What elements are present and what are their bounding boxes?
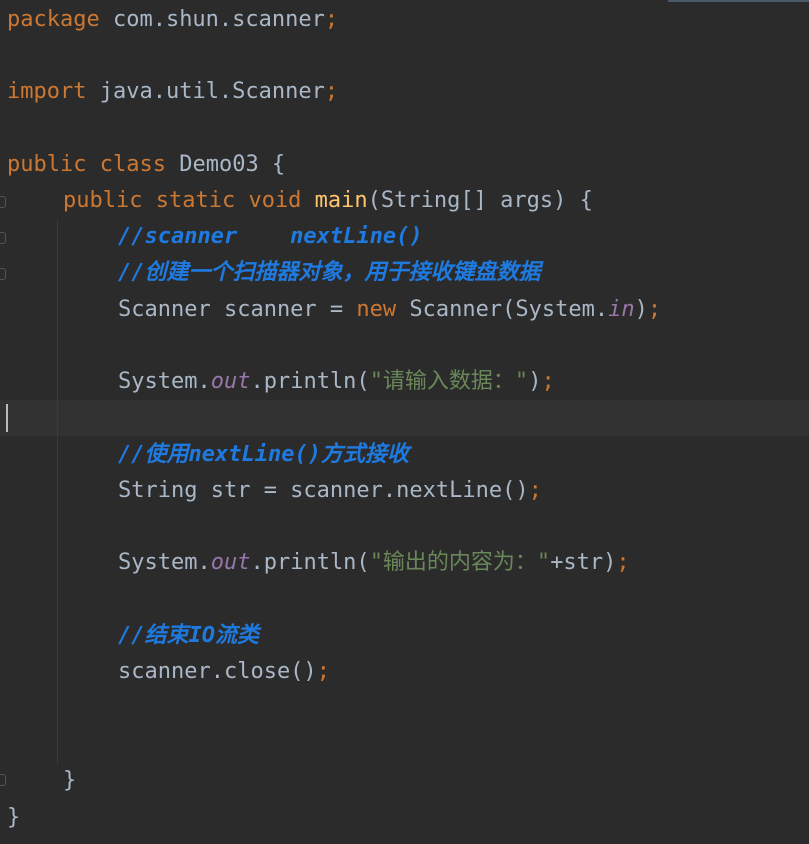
code-editor[interactable]: package com.shun.scanner; import java.ut… (0, 0, 809, 844)
fold-icon[interactable] (0, 774, 6, 786)
keyword: new (356, 297, 397, 322)
semicolon: ; (324, 79, 339, 104)
static-field: out (210, 369, 251, 394)
current-line-highlight (0, 400, 809, 436)
code-line-println[interactable]: System.out.println("输出的内容为："+str); (118, 545, 630, 581)
code-line-close[interactable]: scanner.close(); (118, 654, 330, 690)
fold-icon[interactable] (0, 268, 6, 280)
code-text: .println( (250, 369, 370, 394)
closing-brace: } (63, 768, 77, 793)
code-line-comment[interactable]: //结束IO流类 (118, 618, 259, 654)
code-line-comment[interactable]: //创建一个扫描器对象，用于接收键盘数据 (118, 255, 541, 291)
comment: //scanner nextLine() (118, 224, 423, 249)
code-text: (String[] args) { (367, 188, 593, 213)
scroll-marker (668, 0, 809, 2)
keyword: package (7, 7, 100, 32)
indent-guide (57, 220, 58, 764)
keyword: import (7, 79, 87, 104)
keyword: class (86, 152, 166, 177)
code-text: java.util.Scanner (86, 79, 325, 104)
code-line-nextline[interactable]: String str = scanner.nextLine(); (118, 473, 542, 509)
code-line-comment[interactable]: //使用nextLine()方式接收 (118, 437, 409, 473)
code-text: System. (118, 550, 211, 575)
code-text: ) (528, 369, 542, 394)
code-text: System. (118, 369, 211, 394)
fold-icon[interactable] (0, 232, 6, 244)
code-line-package[interactable]: package com.shun.scanner; (7, 2, 338, 38)
fold-icon[interactable] (0, 196, 6, 208)
code-line-brace[interactable]: } (7, 800, 20, 836)
static-field: in (608, 297, 635, 322)
code-text: Demo03 { (165, 152, 286, 177)
code-text: Scanner(System. (396, 297, 609, 322)
static-field: out (210, 550, 251, 575)
semicolon: ; (324, 7, 339, 32)
code-line-main-decl[interactable]: public static void main(String[] args) { (63, 183, 593, 219)
comment: //结束IO流类 (118, 623, 259, 648)
code-line-import[interactable]: import java.util.Scanner; (7, 74, 338, 110)
semicolon: ; (647, 297, 662, 322)
code-text: String str = scanner.nextLine() (118, 478, 529, 503)
code-line-scanner-new[interactable]: Scanner scanner = new Scanner(System.in)… (118, 292, 661, 328)
function-name: main (301, 188, 368, 213)
semicolon: ; (616, 550, 630, 575)
text-caret (6, 404, 8, 432)
code-text: Scanner scanner = (118, 297, 357, 322)
code-text: +str) (550, 550, 617, 575)
semicolon: ; (316, 659, 330, 684)
code-text: ) (634, 297, 648, 322)
code-text: scanner.close() (118, 659, 317, 684)
keyword: public (7, 152, 87, 177)
code-line-println[interactable]: System.out.println("请输入数据："); (118, 364, 555, 400)
semicolon: ; (528, 478, 542, 503)
code-text: .println( (250, 550, 370, 575)
comment: //创建一个扫描器对象，用于接收键盘数据 (118, 260, 541, 285)
keyword: void (235, 188, 302, 213)
string-literal: "输出的内容为：" (369, 550, 551, 575)
keyword: public (63, 188, 143, 213)
closing-brace: } (7, 805, 21, 830)
semicolon: ; (541, 369, 555, 394)
comment: //使用nextLine()方式接收 (118, 442, 409, 467)
code-text: com.shun.scanner (99, 7, 325, 32)
string-literal: "请输入数据：" (369, 369, 529, 394)
code-line-brace[interactable]: } (63, 763, 76, 799)
keyword: static (142, 188, 236, 213)
code-line-comment[interactable]: //scanner nextLine() (118, 219, 423, 255)
code-line-class-decl[interactable]: public class Demo03 { (7, 147, 285, 183)
